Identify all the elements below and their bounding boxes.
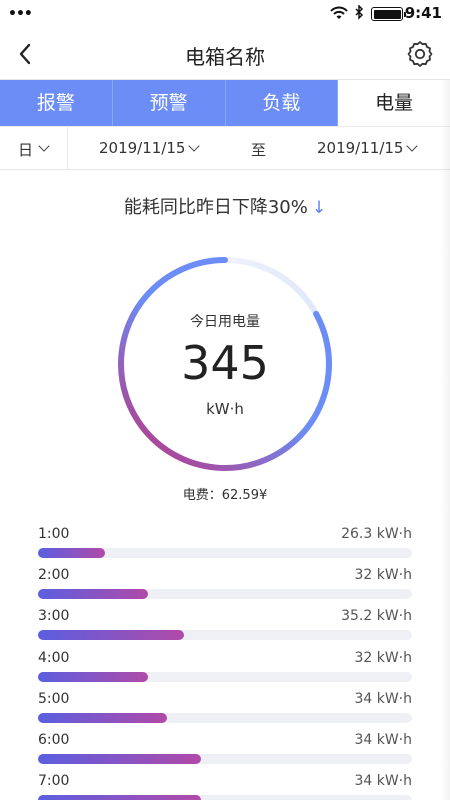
gauge-unit: kW·h — [206, 400, 244, 418]
period-select[interactable]: 日 — [0, 127, 68, 170]
electricity-fee: 电费：62.59¥ — [182, 488, 268, 503]
gauge-value: 345 — [181, 336, 269, 390]
date-range-separator: 至 — [251, 141, 267, 159]
chevron-down-icon — [406, 140, 418, 152]
edge-shadow — [440, 80, 450, 800]
hour-bar — [38, 630, 184, 640]
hour-row: 1:00 26.3 kW·h — [38, 526, 412, 566]
hour-row: 6:00 34 kW·h — [38, 732, 412, 772]
hour-bar-track — [38, 795, 412, 800]
date-filter: 日 2019/11/15 至 2019/11/15 — [0, 126, 450, 170]
hour-bar — [38, 672, 149, 682]
tab-electricity[interactable]: 电量 — [338, 80, 450, 126]
hour-bar — [38, 548, 106, 558]
status-bar: ••• 9:41 — [0, 0, 450, 28]
hour-value: 32 kW·h — [354, 567, 412, 583]
hour-label: 4:00 — [38, 650, 70, 666]
down-arrow-icon: ↓ — [311, 198, 327, 218]
hour-bar-track — [38, 548, 412, 558]
hour-label: 1:00 — [38, 526, 70, 542]
end-date-select[interactable]: 2019/11/15 — [317, 139, 403, 157]
start-date-select[interactable]: 2019/11/15 — [99, 139, 185, 157]
hour-row: 5:00 34 kW·h — [38, 691, 412, 731]
hour-bar-track — [38, 672, 412, 682]
battery-icon — [371, 7, 406, 21]
tab-alarm[interactable]: 报警 — [0, 80, 113, 126]
hour-label: 7:00 — [38, 773, 70, 789]
hour-bar — [38, 713, 168, 723]
compare-text: 能耗同比昨日下降30% — [123, 197, 308, 218]
hour-row: 4:00 32 kW·h — [38, 650, 412, 690]
hour-value: 26.3 kW·h — [341, 526, 412, 542]
tab-load[interactable]: 负载 — [225, 80, 339, 126]
gear-icon[interactable] — [406, 40, 434, 68]
hour-label: 3:00 — [38, 608, 70, 624]
wifi-icon — [330, 5, 348, 24]
hour-row: 2:00 32 kW·h — [38, 567, 412, 607]
tab-warning[interactable]: 预警 — [112, 80, 226, 126]
hour-label: 5:00 — [38, 691, 70, 707]
tab-bar: 报警 预警 负载 电量 — [0, 80, 450, 126]
hour-value: 34 kW·h — [354, 691, 412, 707]
page-title: 电箱名称 — [185, 45, 265, 69]
nav-bar: 电箱名称 — [0, 28, 450, 80]
hour-bar-track — [38, 754, 412, 764]
hour-bar-track — [38, 589, 412, 599]
hour-bar-track — [38, 630, 412, 640]
hour-value: 34 kW·h — [354, 773, 412, 789]
signal-dots: ••• — [8, 6, 33, 22]
hour-value: 35.2 kW·h — [341, 608, 412, 624]
hour-row: 7:00 34 kW·h — [38, 773, 412, 800]
chevron-down-icon — [188, 140, 200, 152]
hour-label: 6:00 — [38, 732, 70, 748]
hour-bar — [38, 795, 201, 800]
bluetooth-icon — [354, 4, 364, 25]
period-label: 日 — [18, 141, 34, 159]
hour-row: 3:00 35.2 kW·h — [38, 608, 412, 648]
hour-value: 34 kW·h — [354, 732, 412, 748]
hour-value: 32 kW·h — [354, 650, 412, 666]
hour-bar — [38, 754, 201, 764]
energy-compare: 能耗同比昨日下降30% ↓ — [0, 193, 450, 219]
chevron-down-icon — [38, 140, 50, 152]
status-time: 9:41 — [404, 4, 442, 22]
gauge-label: 今日用电量 — [190, 314, 260, 330]
usage-gauge: 今日用电量 345 kW·h — [115, 254, 335, 474]
hour-bar — [38, 589, 149, 599]
hour-label: 2:00 — [38, 567, 70, 583]
hour-bar-track — [38, 713, 412, 723]
